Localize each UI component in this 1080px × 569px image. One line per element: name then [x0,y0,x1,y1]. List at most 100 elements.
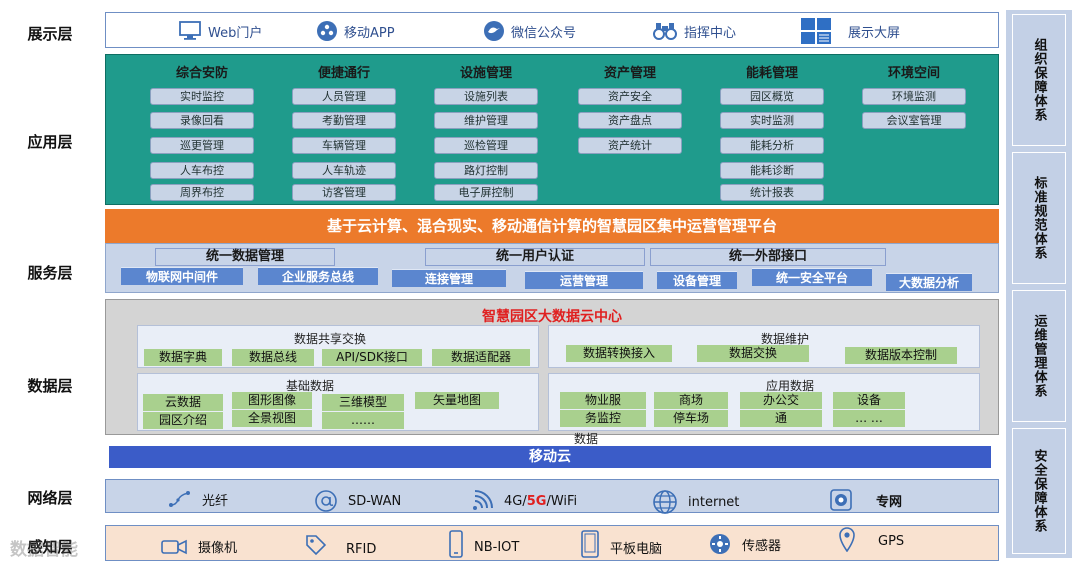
globe-icon [652,489,678,515]
chip-data-dictionary: 数据字典 [144,349,222,366]
app-icon [316,20,338,42]
wifi-icon [470,489,494,513]
side-box-operations: 运维管理体系 [1012,290,1066,422]
app-module-item: 巡更管理 [150,137,254,154]
pres-item-web: Web门户 [178,20,262,42]
app-module-item: 资产安全 [578,88,682,105]
svc-sub-security: 统一安全平台 [752,268,872,286]
data-center-title: 智慧园区大数据云中心 [482,309,622,325]
sense-item-camera: 摄像机 [160,537,237,556]
svc-sub-operation: 运营管理 [525,271,643,289]
svc-sub-iot: 物联网中间件 [121,267,243,285]
side-box-standards: 标准规范体系 [1012,152,1066,284]
app-module-item: 资产盘点 [578,112,682,129]
sense-item-gps: GPS [838,526,904,552]
phone-icon [448,530,464,558]
chip-data-adapter: 数据适配器 [432,349,530,366]
chip-property-1: 物业服 [560,392,646,409]
chip-property-2: 务监控 [560,410,646,427]
chip-api-sdk: API/SDK接口 [322,349,422,366]
app-column-title: 能耗管理 [745,66,798,81]
app-module-item: 电子屏控制 [434,184,538,201]
pres-item-bigscreen: 展示大屏 [800,17,900,45]
svc-head-auth: 统一用户认证 [425,248,645,266]
chip-basic-more: …… [322,412,404,429]
sense-item-tablet: 平板电脑 [580,530,662,558]
app-module-item: 人车轨迹 [292,162,396,179]
chip-office-1: 办公交 [740,392,822,409]
platform-banner: 基于云计算、混合现实、移动通信计算的智慧园区集中运营管理平台 [105,209,999,243]
chip-property-3: 数据 [573,432,598,446]
app-module-item: 人车布控 [150,162,254,179]
fiber-icon [168,489,192,509]
chip-app-more: … … [833,410,905,427]
sense-item-sensor: 传感器 [708,532,781,556]
app-module-item: 资产统计 [578,137,682,154]
side-box-security: 安全保障体系 [1012,428,1066,554]
sense-item-nbiot: NB-IOT [448,530,519,558]
svc-head-interface: 统一外部接口 [650,248,886,266]
app-module-item: 路灯控制 [434,162,538,179]
pres-item-wechat: 微信公众号 [483,20,576,42]
svc-sub-bigdata: 大数据分析 [886,273,972,291]
app-module-item: 访客管理 [292,184,396,201]
private-network-icon [830,489,852,511]
svc-sub-esb: 企业服务总线 [258,267,378,285]
tablet-icon [580,530,600,558]
layer-label-service: 服务层 [27,264,73,282]
wireless-label: 4G/5G/WiFi [504,493,578,509]
app-module-item: 实时监控 [150,88,254,105]
app-module-item: 设施列表 [434,88,538,105]
layer-label-presentation: 展示层 [27,25,73,43]
app-module-item: 环境监测 [862,88,966,105]
app-module-item: 周界布控 [150,184,254,201]
sensor-icon [708,532,732,556]
svc-sub-device: 设备管理 [657,271,737,289]
app-column-title: 综合安防 [175,66,228,81]
pres-item-command: 指挥中心 [652,20,736,42]
net-item-wireless: 4G/5G/WiFi [470,489,577,513]
grid-screen-icon [800,17,832,45]
chip-graphics: 图形图像 [232,392,312,409]
chip-3d-model: 三维模型 [322,394,404,411]
app-module-item: 人员管理 [292,88,396,105]
chip-device: 设备 [833,392,905,409]
app-module-item: 维护管理 [434,112,538,129]
mobile-cloud-bar: 移动云 [109,446,991,468]
app-module-item: 车辆管理 [292,137,396,154]
layer-label-application: 应用层 [27,133,73,151]
sense-item-rfid: RFID [304,533,376,557]
side-box-organization: 组织保障体系 [1012,14,1066,146]
app-module-item: 园区概览 [720,88,824,105]
app-module-item: 考勤管理 [292,112,396,129]
app-column-title: 资产管理 [603,66,656,81]
chip-vector-map: 矢量地图 [415,392,499,409]
app-module-item: 巡检管理 [434,137,538,154]
label-data-share: 数据共享交换 [293,332,366,346]
chip-parking: 停车场 [654,410,728,427]
app-module-item: 能耗诊断 [720,162,824,179]
monitor-icon [178,20,202,42]
net-item-private: 专网 [830,489,902,511]
app-column-title: 便捷通行 [317,66,370,81]
app-column-title: 环境空间 [887,66,940,81]
bird-icon [483,20,505,42]
svc-head-data: 统一数据管理 [155,248,335,266]
app-module-item: 能耗分析 [720,137,824,154]
layer-label-network: 网络层 [27,489,73,507]
tag-icon [304,533,328,557]
location-icon [838,526,856,552]
net-item-internet: internet [652,489,739,515]
binoculars-icon [652,20,678,42]
app-module-item: 统计报表 [720,184,824,201]
chip-data-convert: 数据转换接入 [566,345,672,362]
app-module-item: 会议室管理 [862,112,966,129]
chip-mall: 商场 [654,392,728,409]
camera-icon [160,538,188,556]
chip-office-2: 通 [740,410,822,427]
app-module-item: 实时监测 [720,112,824,129]
chip-data-version: 数据版本控制 [845,347,957,364]
net-item-fiber: 光纤 [168,489,228,509]
pres-item-app: 移动APP [316,20,395,42]
net-item-sdwan: SD-WAN [314,489,401,513]
